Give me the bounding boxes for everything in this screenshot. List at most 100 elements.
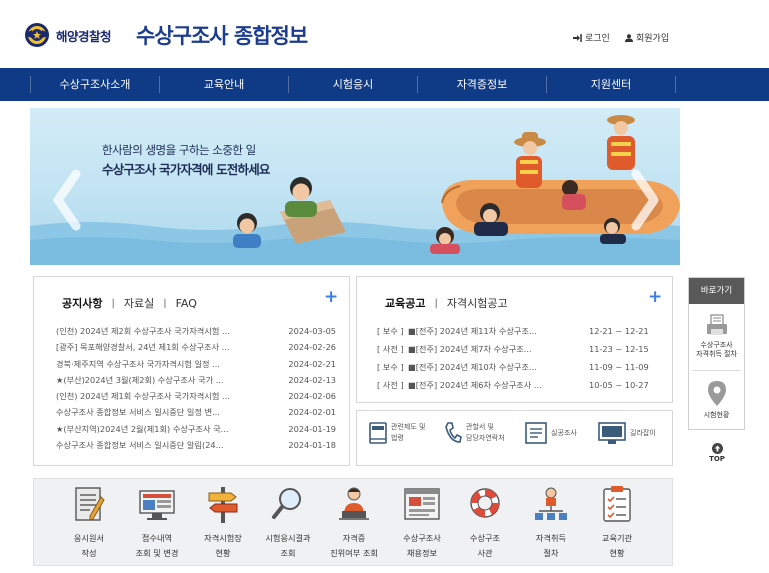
main-banner[interactable]: 한사람의 생명을 구하는 소중한 일 수상구조사 국가자격에 도전하세요 [30, 108, 680, 265]
nav-item-exam[interactable]: 시험응시 [289, 68, 417, 101]
service-recruit[interactable]: 수상구조사 채용정보 [389, 485, 455, 561]
login-label: 로그인 [585, 34, 610, 44]
coast-guard-emblem-icon [25, 23, 49, 47]
list-item[interactable]: [ 사전 ] ■[전주] 2024년 제6차 수상구조사 ... 10-05 ~ 1… [377, 376, 657, 394]
service-procedure[interactable]: 자격취득 절차 [518, 485, 584, 561]
magnifier-icon [272, 488, 301, 519]
notice-title: 수상구조사 종합정보 서비스 일시중단 알림(24... [56, 440, 224, 451]
education-title: ■[전주] 2024년 제10차 수상구조... [408, 362, 537, 372]
join-label: 회원가입 [636, 34, 670, 44]
nav-item-license[interactable]: 자격증정보 [418, 68, 546, 101]
service-label: 절차 [543, 548, 559, 558]
education-period: 11-23 ~ 12-15 [589, 344, 649, 354]
nav-divider [675, 76, 676, 93]
notice-title: ★(부산)2024년 3월(제2회) 수상구조사 국가 ... [56, 374, 224, 385]
side-item-label: 자격취득 절차 [696, 350, 737, 358]
notice-title: [광주] 목포해양경찰서, 24년 제1회 수상구조사 ... [56, 342, 230, 353]
list-item[interactable]: 수상구조사 종합정보 서비스 일시중단 일정 변... 2024-02-01 [56, 404, 336, 420]
service-label: 자격취득 [535, 533, 567, 543]
site-title[interactable]: 수상구조사 종합정보 [136, 20, 308, 50]
education-more-button[interactable]: + [648, 289, 662, 306]
list-item[interactable]: ★(부산)2024년 3월(제2회) 수상구조사 국가 ... 2024-02-1… [56, 372, 336, 388]
service-rescue[interactable]: 수상구조 사관 [452, 485, 518, 561]
application-form-icon [75, 487, 105, 521]
list-item[interactable]: [ 사전 ] ■[전주] 2024년 제7차 수상구조... 11-23 ~ 12-… [377, 340, 657, 358]
tab-education-notice[interactable]: 교육공고 [385, 295, 425, 311]
education-tabs: 교육공고 | 자격시험공고 [385, 295, 508, 311]
rescue-illustration [30, 115, 680, 265]
list-item[interactable]: ★(부산지역)2024년 2월(제1회) 수상구조사 국... 2024-01-1… [56, 421, 336, 437]
join-link[interactable]: 회원가입 [625, 31, 669, 44]
quick-link-guide[interactable]: 길라잡이 [598, 421, 656, 445]
list-item[interactable]: (인천) 2024년 제2회 수상구조사 국가자격시험 ... 2024-03-0… [56, 323, 336, 339]
tab-exam-notice[interactable]: 자격시험공고 [447, 295, 508, 311]
quick-link-survey[interactable]: 실공조사 [525, 421, 577, 445]
service-label: 자격증 [342, 533, 366, 543]
list-item[interactable]: 수상구조사 종합정보 서비스 일시중단 알림(24... 2024-01-18 [56, 437, 336, 453]
education-tag: [ 사전 ] [377, 380, 404, 390]
service-exam-result[interactable]: 시험응시결과 조회 [255, 485, 321, 561]
quick-link-law[interactable]: 관련제도 및 법령 [369, 421, 425, 445]
list-item[interactable]: [ 보수 ] ■[전주] 2024년 제11차 수상구조... 12-21 ~ 12… [377, 322, 657, 340]
nav-item-education[interactable]: 교육안내 [160, 68, 288, 101]
service-label: 교육기관 [601, 533, 633, 543]
service-label: 접수내역 [141, 533, 173, 543]
service-label: 수상구조 [469, 533, 501, 543]
quick-link-label: 관할서 및 [466, 423, 494, 431]
clipboard-icon [603, 486, 631, 522]
education-period: 12-21 ~ 12-21 [589, 326, 649, 336]
site-logo[interactable]: 해양경찰청 [24, 22, 112, 48]
main-nav: 수상구조사소개 교육안내 시험응시 자격증정보 지원센터 [0, 68, 769, 101]
notice-date: 2024-02-01 [288, 407, 336, 418]
quick-links-panel: 관련제도 및 법령 관할서 및담당자연락처 실공조사 길라잡이 [356, 410, 673, 466]
notice-date: 2024-02-13 [288, 374, 336, 385]
notice-date: 2024-02-06 [288, 391, 336, 402]
notice-title: (인천) 2024년 제2회 수상구조사 국가자격시험 ... [56, 326, 230, 336]
quick-link-contact[interactable]: 관할서 및담당자연락처 [444, 421, 505, 445]
login-icon [573, 33, 582, 42]
education-period: 10-05 ~ 10-27 [589, 380, 649, 390]
quick-link-label: 담당자연락처 [466, 434, 505, 442]
service-application[interactable]: 응시원서 작성 [56, 485, 122, 561]
side-item-label: 수상구조사 [700, 341, 733, 349]
education-title: ■[전주] 2024년 제6차 수상구조사 ... [408, 380, 542, 390]
nav-item-support[interactable]: 지원센터 [547, 68, 675, 101]
receipt-monitor-icon [139, 490, 175, 520]
list-item[interactable]: 경북·제주지역 수상구조사 국가자격시험 일정 ... 2024-02-21 [56, 356, 336, 372]
login-link[interactable]: 로그인 [573, 31, 610, 44]
side-item-procedure[interactable]: 수상구조사 자격취득 절차 [689, 304, 744, 370]
tab-notice[interactable]: 공지사항 [62, 295, 102, 311]
service-institutions[interactable]: 교육기관 현황 [584, 485, 650, 561]
lifebuoy-icon [470, 488, 500, 518]
notice-date: 2024-02-21 [288, 358, 336, 369]
notice-date: 2024-02-26 [288, 342, 336, 353]
notice-date: 2024-01-19 [288, 423, 336, 434]
document-icon [525, 422, 547, 444]
notice-title: ★(부산지역)2024년 2월(제1회) 수상구조사 국... [56, 423, 229, 434]
service-receipt[interactable]: 접수내역 조회 및 변경 [124, 485, 190, 561]
list-item[interactable]: [ 보수 ] ■[전주] 2024년 제10차 수상구조... 11-09 ~ 11… [377, 358, 657, 376]
book-icon [369, 422, 387, 444]
service-label: 조회 [280, 548, 296, 558]
service-label: 사관 [477, 548, 493, 558]
tab-separator: | [111, 297, 115, 309]
notice-title: (인천) 2024년 제1회 수상구조사 국가자격시험 ... [56, 391, 230, 402]
service-exam-site[interactable]: 자격시험장 현황 [190, 485, 256, 561]
nav-item-intro[interactable]: 수상구조사소개 [31, 68, 159, 101]
list-item[interactable]: (인천) 2024년 제1회 수상구조사 국가자격시험 ... 2024-02-0… [56, 388, 336, 404]
top-button[interactable]: TOP [706, 443, 728, 463]
tab-faq[interactable]: FAQ [176, 297, 197, 310]
quick-link-label: 법령 [391, 434, 404, 442]
notice-more-button[interactable]: + [324, 289, 338, 306]
service-license-verify[interactable]: 자격증 진위여부 조회 [321, 485, 387, 561]
phone-icon [445, 422, 462, 443]
quick-link-label: 실공조사 [551, 428, 577, 437]
service-label: 현황 [609, 548, 625, 558]
side-item-exam-status[interactable]: 시험현황 [689, 371, 744, 420]
list-item[interactable]: [광주] 목포해양경찰서, 24년 제1회 수상구조사 ... 2024-02-2… [56, 339, 336, 355]
education-tag: [ 보수 ] [377, 326, 404, 336]
map-pin-icon [707, 381, 726, 406]
education-panel: 교육공고 | 자격시험공고 + [ 보수 ] ■[전주] 2024년 제11차 수… [356, 276, 673, 403]
banner-line1: 한사람의 생명을 구하는 소중한 일 [102, 143, 256, 157]
tab-archive[interactable]: 자료실 [124, 295, 154, 311]
